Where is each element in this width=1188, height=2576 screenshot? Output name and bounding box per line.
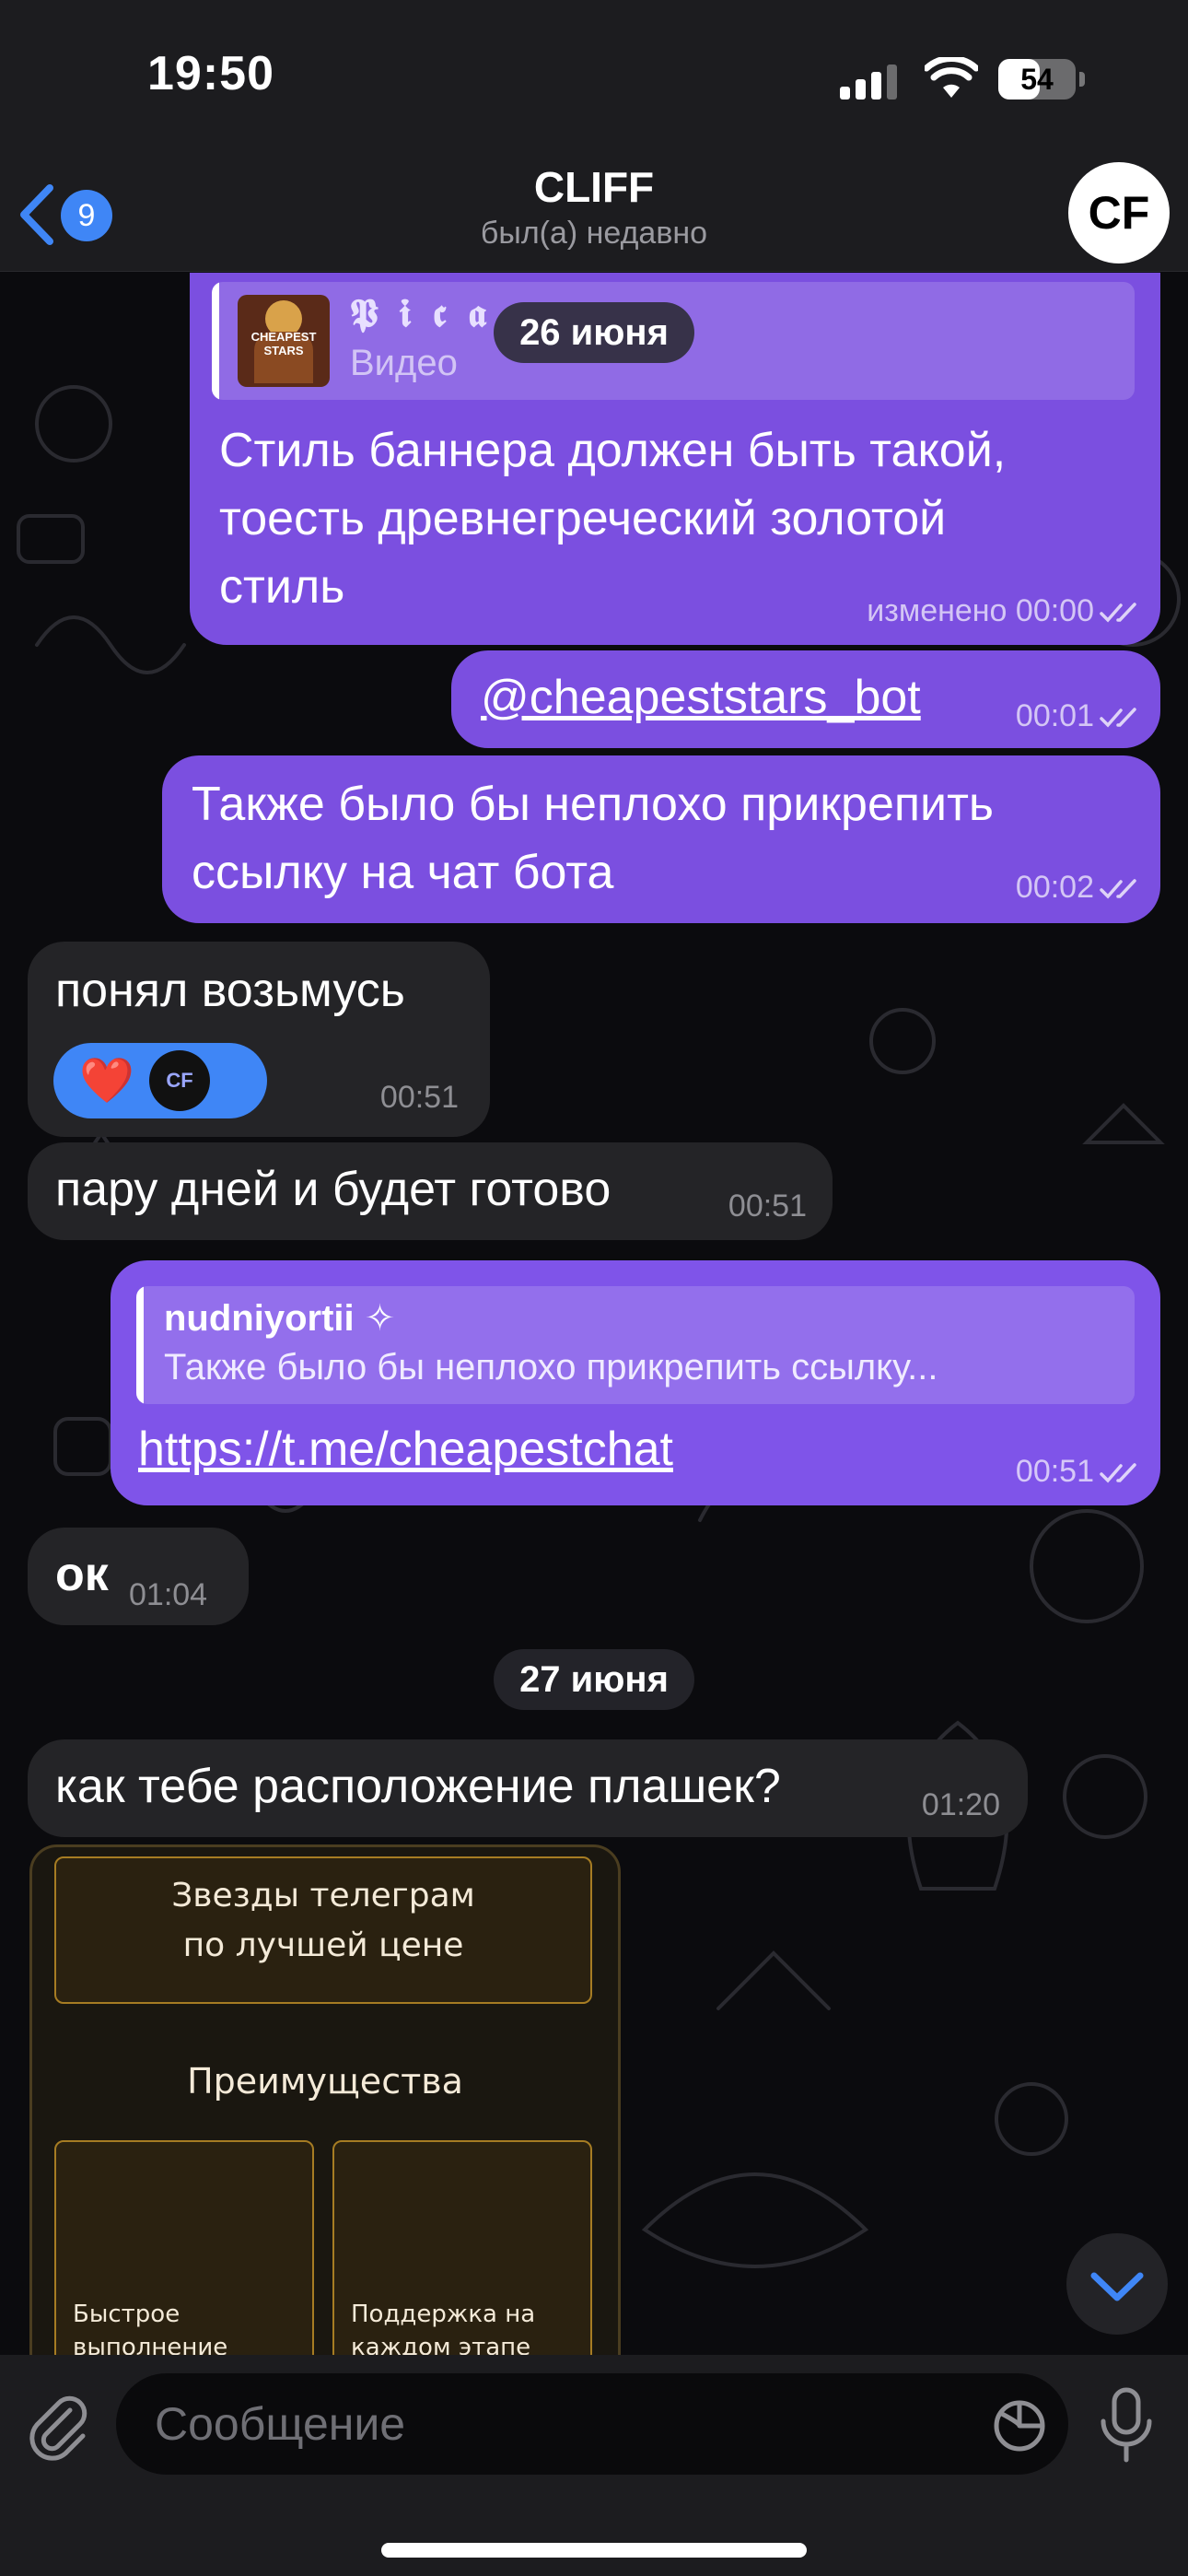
message-time: 00:51 [379,1080,459,1115]
message-text: Стиль баннера должен быть такой, тоесть … [219,424,1007,614]
message-meta: 00:02 [1016,870,1142,906]
microphone-icon[interactable] [1094,2386,1159,2465]
banner-card-support: Поддержка на каждом этапе [332,2140,592,2363]
status-bar: 19:50 54 [0,0,1188,157]
date-separator: 27 июня [494,1649,694,1710]
reply-author: nudniyortii ✧ [164,1298,396,1339]
message-placeholder: Сообщение [155,2398,406,2450]
battery-tip [1079,72,1085,87]
battery-percent: 54 [1020,63,1054,96]
reply-author: 𝕻 𝖎 𝖈 𝖆 [350,291,492,334]
status-time: 19:50 [147,47,274,100]
message-bubble[interactable]: пару дней и будет готово 00:51 [28,1142,833,1240]
message-time: 01:20 [921,1787,1000,1822]
chat-status: был(а) недавно [480,216,708,251]
sticker-icon[interactable] [993,2399,1046,2453]
message-text: ок [55,1548,109,1601]
banner-preview-image[interactable]: Звезды телеграм по лучшей цене Преимущес… [29,1844,621,2366]
message-meta: 00:01 [1016,698,1142,734]
home-indicator [381,2543,807,2558]
chat-link[interactable]: https://t.me/cheapestchat [138,1415,673,1483]
reply-kind: Видео [350,343,458,383]
message-bubble[interactable]: понял возьмусь ❤️ CF 00:51 [28,942,490,1137]
reactor-avatar: CF [149,1050,210,1111]
chevron-down-icon [1090,2272,1144,2301]
cellular-signal-icon [840,64,897,100]
message-text: как тебе расположение плашек? [55,1760,781,1813]
read-checks-icon [1100,879,1136,899]
reply-text: Также было бы неплохо прикрепить ссылку.… [164,1347,938,1388]
message-text: пару дней и будет готово [55,1163,611,1216]
video-thumbnail: CHEAPEST STARS [238,295,330,387]
read-checks-icon [1100,603,1136,623]
message-meta: изменено 00:00 [867,593,1142,629]
banner-card-fast: Быстрое выполнение [54,2140,314,2363]
reply-preview[interactable]: nudniyortii ✧ Также было бы неплохо прик… [136,1286,1135,1404]
reaction-chip[interactable]: ❤️ CF [53,1043,267,1118]
chat-header: 9 CLIFF был(а) недавно CF [0,157,1188,272]
banner-section-title: Преимущества [187,2061,463,2102]
banner-headline-box: Звезды телеграм по лучшей цене [54,1856,592,2004]
attach-icon[interactable] [22,2390,96,2464]
message-bubble[interactable]: @cheapeststars_bot 00:01 [451,650,1160,748]
read-checks-icon [1100,1463,1136,1483]
message-bubble[interactable]: nudniyortii ✧ Также было бы неплохо прик… [111,1260,1160,1505]
chat-title[interactable]: CLIFF [0,162,1188,212]
message-text: понял возьмусь [55,964,405,1017]
read-checks-icon [1100,708,1136,728]
message-time: 00:51 [728,1188,807,1224]
wifi-icon [925,57,978,98]
heart-reaction-icon: ❤️ [79,1055,134,1107]
message-input[interactable]: Сообщение [116,2373,1068,2475]
message-bubble[interactable]: как тебе расположение плашек? 01:20 [28,1739,1028,1837]
scroll-down-button[interactable] [1066,2233,1168,2335]
message-composer: Сообщение [0,2355,1188,2576]
message-text: Также было бы неплохо прикрепить ссылку … [192,778,994,899]
contact-avatar[interactable]: CF [1068,162,1170,263]
date-separator: 26 июня [494,302,694,363]
message-time: 01:04 [129,1577,208,1612]
message-bubble[interactable]: ок 01:04 [28,1528,249,1625]
battery-icon: 54 [998,59,1076,100]
reply-bar [136,1286,144,1404]
reply-bar [212,282,219,400]
thumbnail-caption: CHEAPEST STARS [250,330,317,357]
bot-mention-link[interactable]: @cheapeststars_bot [481,663,921,732]
message-bubble[interactable]: Также было бы неплохо прикрепить ссылку … [162,755,1160,923]
message-meta: 00:51 [1016,1454,1142,1490]
